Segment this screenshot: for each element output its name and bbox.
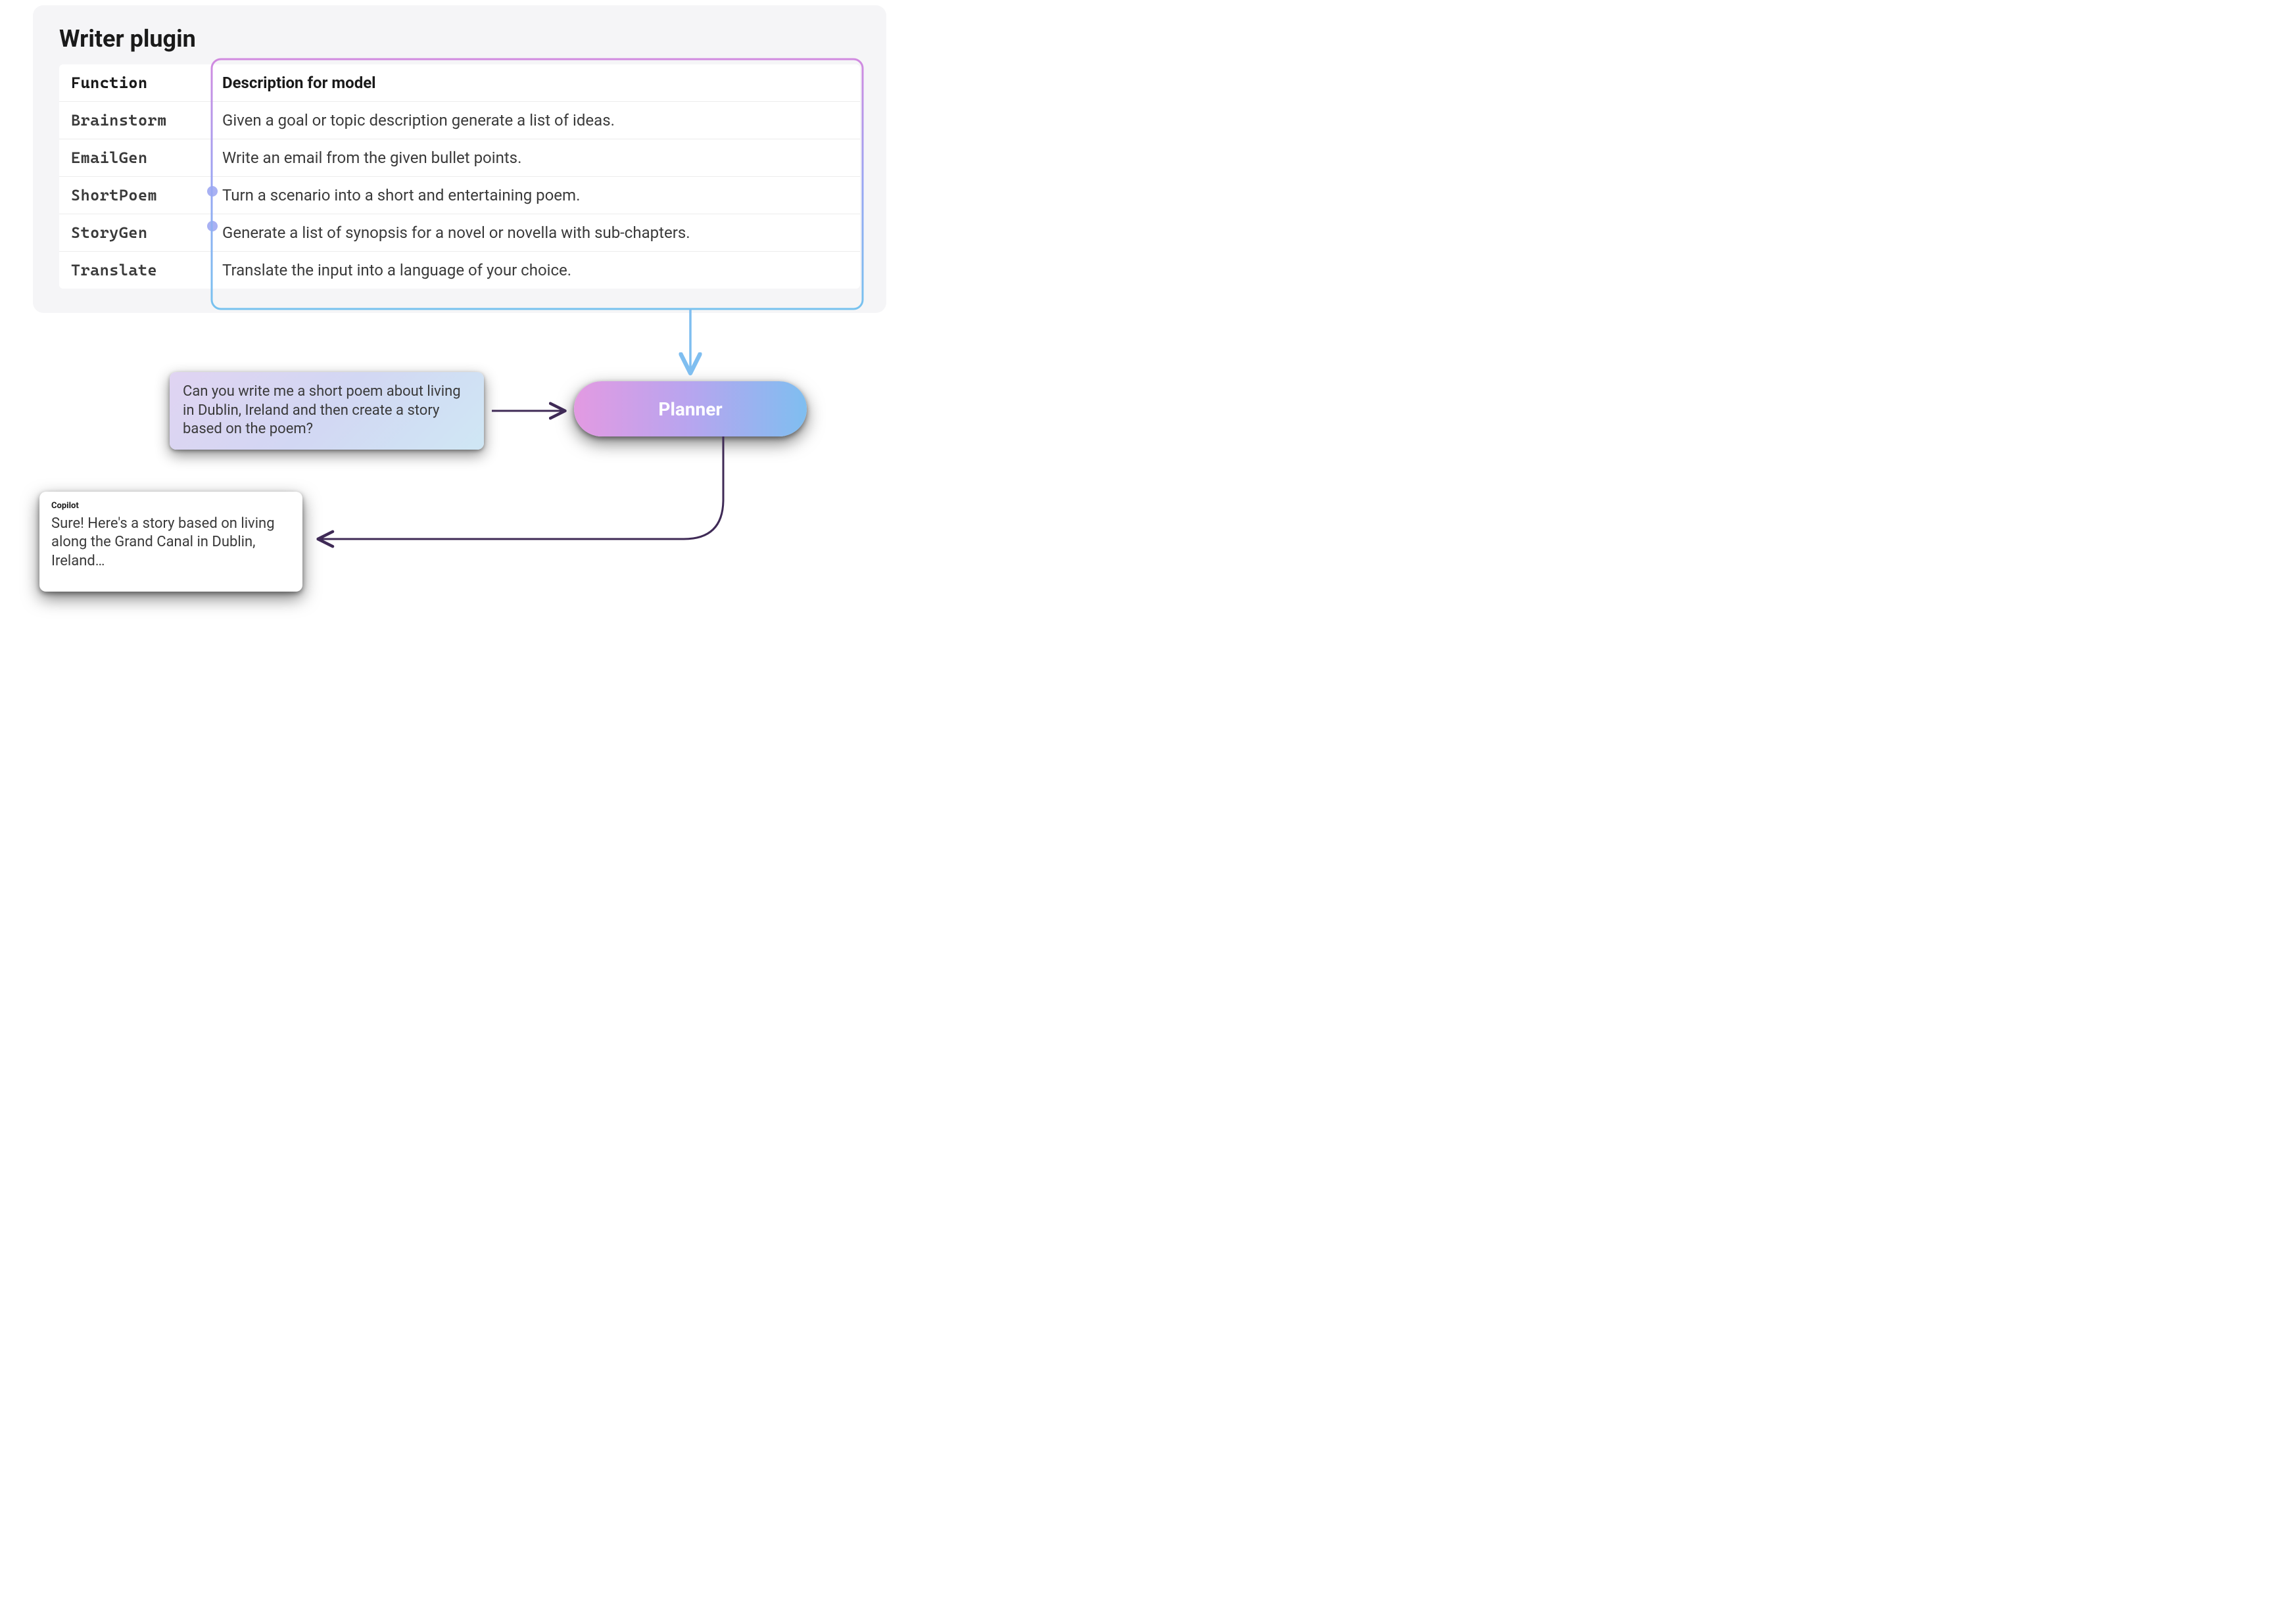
func-desc: Translate the input into a language of y… — [210, 252, 860, 289]
header-description: Description for model — [210, 64, 860, 102]
table-row: Translate Translate the input into a lan… — [59, 252, 860, 289]
func-name: Brainstorm — [59, 102, 210, 139]
func-name: EmailGen — [59, 139, 210, 177]
table-row: EmailGen Write an email from the given b… — [59, 139, 860, 177]
user-prompt-bubble: Can you write me a short poem about livi… — [170, 372, 484, 450]
func-desc: Given a goal or topic description genera… — [210, 102, 860, 139]
planner-label: Planner — [658, 398, 722, 420]
func-desc: Turn a scenario into a short and enterta… — [210, 177, 860, 214]
functions-table: Function Description for model Brainstor… — [59, 64, 860, 289]
func-name: Translate — [59, 252, 210, 289]
func-desc: Write an email from the given bullet poi… — [210, 139, 860, 177]
user-prompt-text: Can you write me a short poem about livi… — [183, 383, 461, 437]
copilot-reply-text: Sure! Here's a story based on living alo… — [51, 515, 291, 571]
func-name: ShortPoem — [59, 177, 210, 214]
table-header-row: Function Description for model — [59, 64, 860, 102]
table-row: Brainstorm Given a goal or topic descrip… — [59, 102, 860, 139]
planner-node: Planner — [574, 381, 807, 436]
writer-plugin-card: Writer plugin Function Description for m… — [33, 5, 886, 313]
table-row: StoryGen Generate a list of synopsis for… — [59, 214, 860, 252]
func-name: StoryGen — [59, 214, 210, 252]
table-row: ShortPoem Turn a scenario into a short a… — [59, 177, 860, 214]
func-desc: Generate a list of synopsis for a novel … — [210, 214, 860, 252]
header-function: Function — [59, 64, 210, 102]
copilot-label: Copilot — [51, 501, 291, 512]
copilot-reply-card: Copilot Sure! Here's a story based on li… — [39, 492, 302, 592]
arrow-planner-to-reply — [321, 436, 723, 539]
card-title: Writer plugin — [59, 25, 860, 53]
